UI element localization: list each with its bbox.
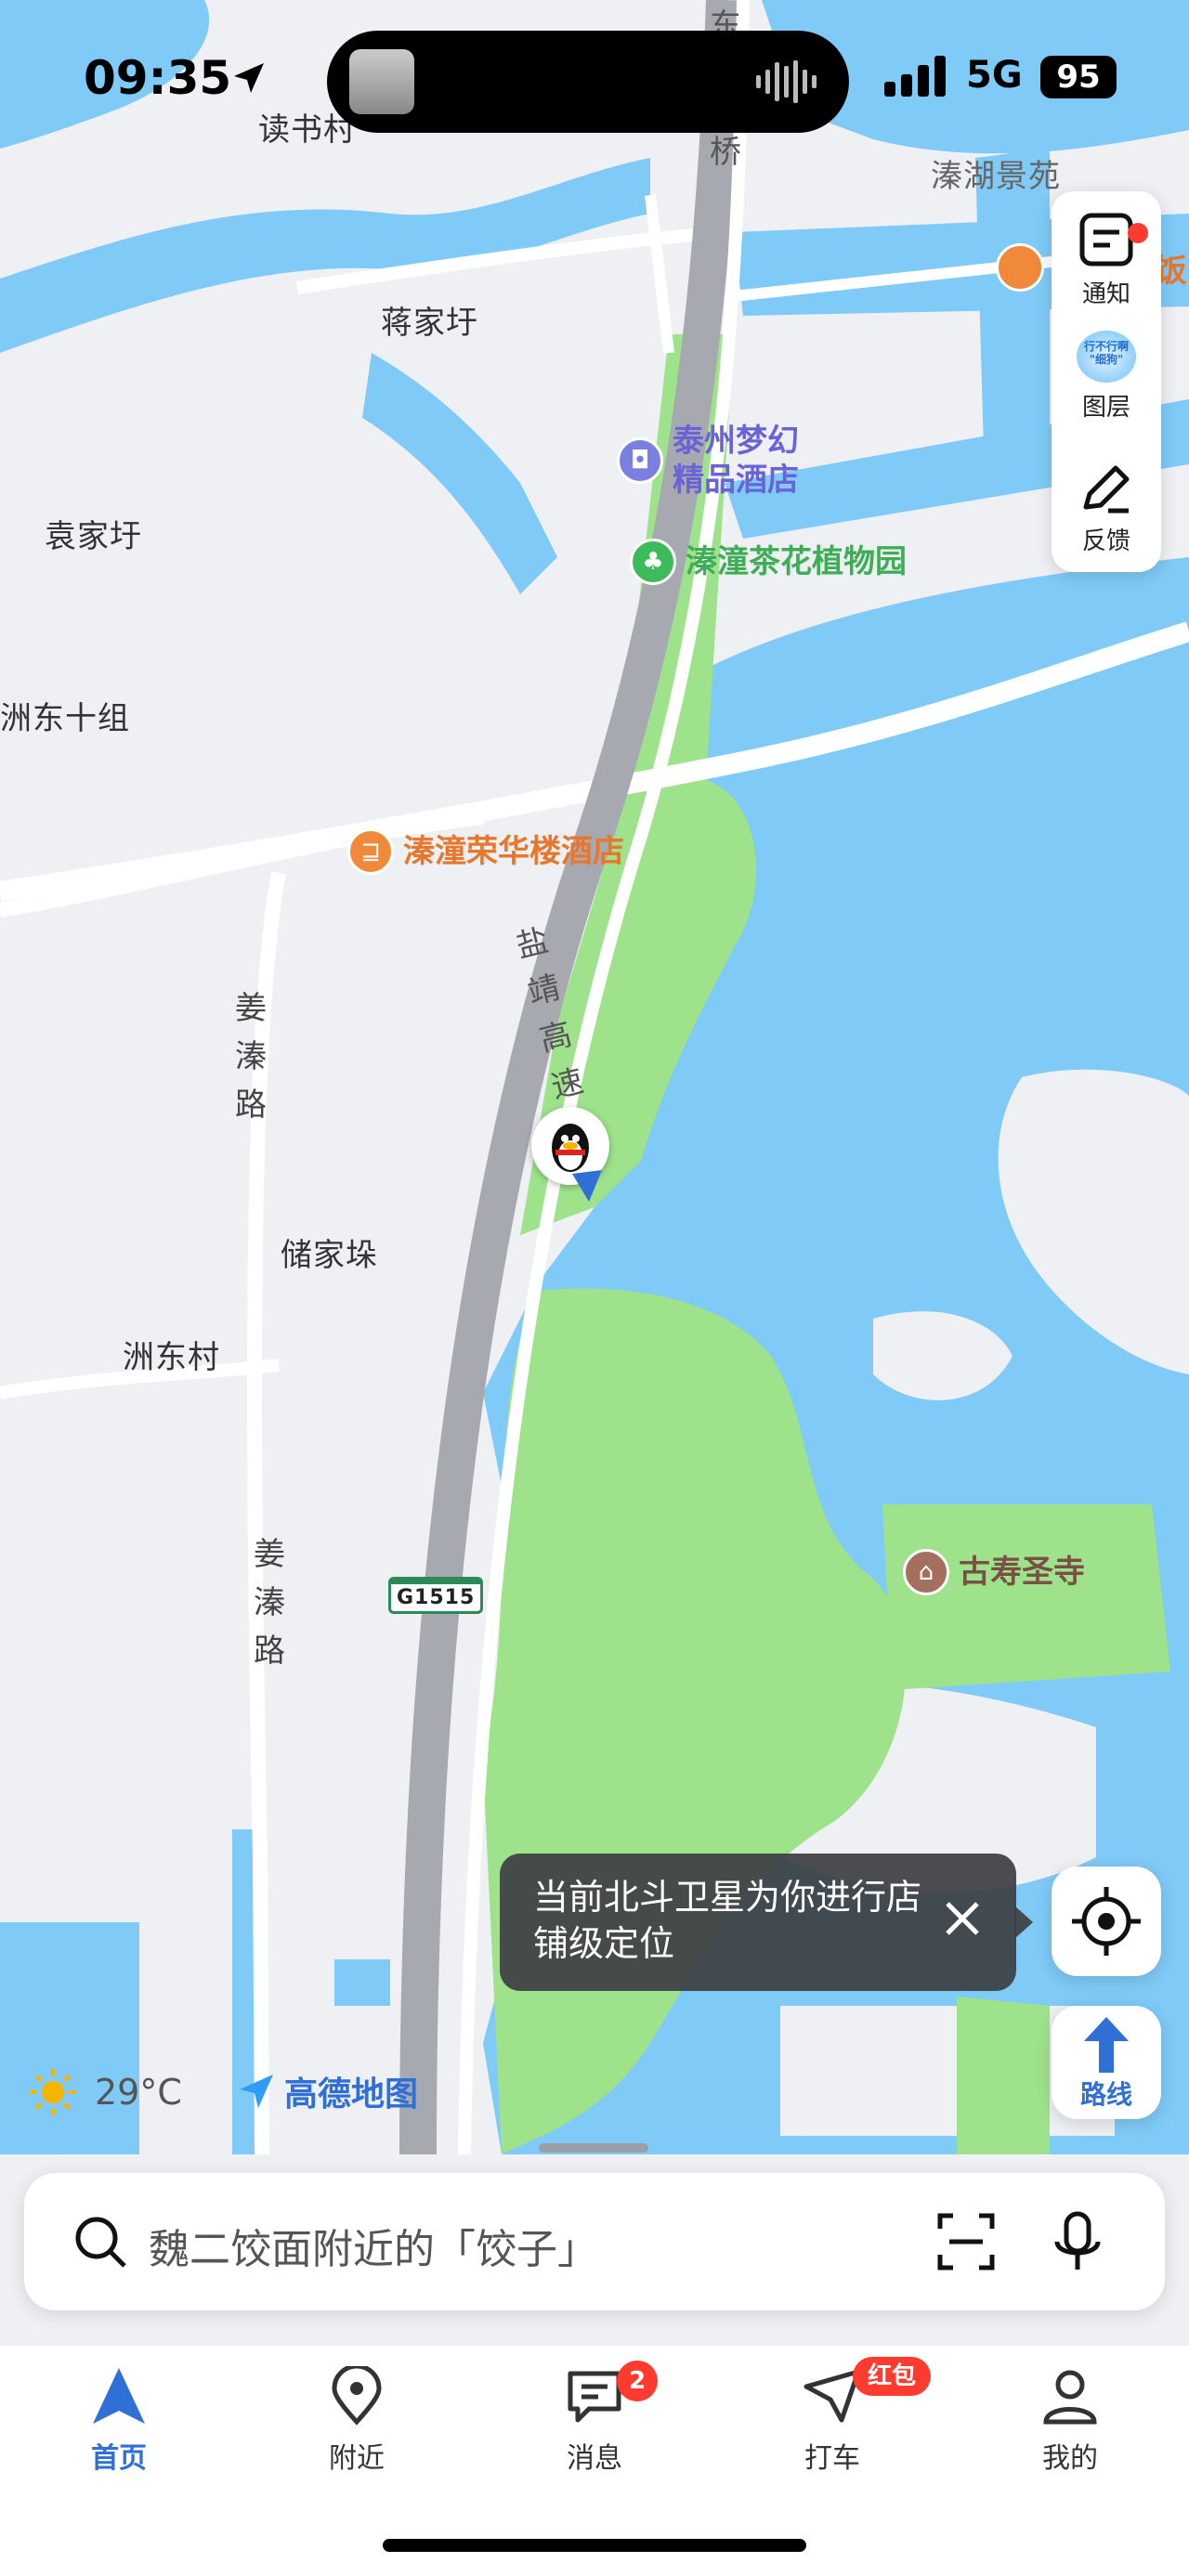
message-icon [568,2371,621,2423]
user-location-marker[interactable] [531,1107,609,1202]
message-count-badge: 2 [617,2361,658,2401]
search-placeholder: 魏二饺面附近的「饺子」 [149,2226,598,2273]
location-tip-popup: 当前北斗卫星为你进行店铺级定位 [500,1854,1033,1991]
map-label-road: 姜溱路 [235,990,267,1124]
home-indicator [383,2539,806,2552]
feedback-label: 反馈 [1081,527,1130,555]
location-pin-icon [332,2366,382,2426]
tab-label: 首页 [91,2442,147,2475]
home-navigation-icon [93,2368,145,2424]
brand-name: 高德地图 [284,2075,419,2114]
map-label-village: 洲东十组 [0,700,130,737]
microphone-icon[interactable] [1048,2210,1107,2275]
park-icon: ♣ [630,539,676,585]
media-thumbnail [349,49,414,114]
temperature: 29°C [95,2072,182,2113]
hotel-icon: ◘ [617,437,663,484]
edit-pen-icon [1083,465,1130,514]
poi-hotel-ronghua[interactable]: ⊒ 溱潼荣华楼酒店 [347,828,624,875]
search-icon [75,2217,126,2268]
red-packet-badge: 红包 [853,2357,931,2396]
tab-label: 我的 [1042,2442,1098,2475]
poi-label: 泰州梦幻 精品酒店 [673,423,799,499]
tab-profile[interactable]: 我的 [996,2366,1144,2476]
heading-arrow-icon [572,1170,602,1202]
poi-temple[interactable]: ⌂ 古寿圣寺 [903,1549,1085,1595]
status-bar: 09:35 5G 95 [0,0,1189,158]
sun-icon [30,2069,76,2115]
tip-text: 当前北斗卫星为你进行店铺级定位 [533,1877,922,1964]
locate-me-button[interactable] [1052,1867,1161,1976]
poi-garden[interactable]: ♣ 溱潼茶花植物园 [630,539,907,585]
map-tools-panel: 通知 行不行啊 "细狗" 图层 反馈 [1052,191,1161,572]
location-arrow-icon [234,63,264,93]
tab-label: 附近 [329,2442,385,2475]
weather-widget[interactable]: 29°C [28,2067,182,2117]
map-label-village: 储家垛 [281,1237,378,1274]
highway-shield: G1515 [388,1577,484,1614]
cellular-signal-icon [884,56,946,97]
tab-taxi[interactable]: 打车 红包 [758,2357,931,2476]
brand-logo: 高德地图 [236,2067,418,2115]
map-label-road: 姜溱路 [254,1536,285,1670]
map-label-village: 洲东村 [123,1339,220,1376]
audio-wave-icon [756,60,817,103]
temple-icon: ⌂ [903,1549,949,1595]
status-time: 09:35 [84,51,232,105]
amap-logo-icon [240,2075,273,2108]
close-icon[interactable] [934,1891,990,1946]
drawer-handle[interactable] [539,2143,648,2153]
search-bar[interactable]: 魏二饺面附近的「饺子」 [24,2173,1165,2310]
poi-label: 溱潼荣华楼酒店 [403,833,624,870]
notification-dot [1128,223,1148,243]
poi-label: 古寿圣寺 [959,1554,1085,1591]
tab-label: 打车 [804,2442,860,2475]
restaurant-icon[interactable] [996,243,1044,292]
scan-icon[interactable] [936,2212,996,2271]
battery-indicator: 95 [1040,56,1117,98]
dynamic-island[interactable] [327,31,849,133]
notify-label: 通知 [1081,280,1130,308]
tab-messages[interactable]: 消息 2 [520,2361,669,2476]
map-label-village: 袁家圩 [45,518,142,555]
route-arrow-icon [1084,2017,1129,2073]
layers-label: 图层 [1081,394,1130,422]
poi-label: 溱潼茶花植物园 [686,543,907,580]
restaurant-icon: ⊒ [347,828,394,875]
tab-nearby[interactable]: 附近 [282,2366,431,2476]
map-label-village: 蒋家圩 [381,305,478,342]
poi-hotel-dream[interactable]: ◘ 泰州梦幻 精品酒店 [617,422,799,500]
layers-button[interactable]: 行不行啊 "细狗" 图层 [1052,331,1161,423]
network-type: 5G [966,54,1023,97]
route-button[interactable]: 路线 [1052,2006,1161,2119]
tab-home[interactable]: 首页 [45,2366,193,2476]
layers-badge-icon: 行不行啊 "细狗" [1077,331,1136,383]
notify-button[interactable]: 通知 [1052,210,1161,309]
crosshair-icon [1072,1887,1141,1956]
feedback-button[interactable]: 反馈 [1052,461,1161,556]
user-icon [1043,2370,1097,2425]
tab-label: 消息 [567,2442,622,2475]
notification-icon [1079,213,1133,267]
route-label: 路线 [1079,2079,1132,2110]
